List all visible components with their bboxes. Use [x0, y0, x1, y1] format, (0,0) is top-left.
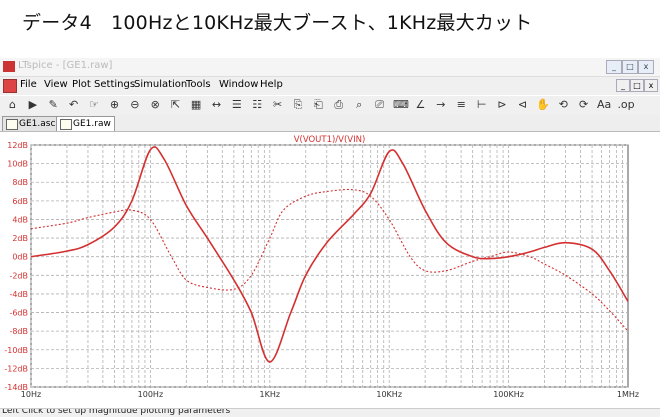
- toolbar-button-6[interactable]: ⊖: [128, 98, 142, 112]
- plot-frame: [30, 144, 629, 388]
- tab-ge1-raw[interactable]: GE1.raw: [56, 116, 115, 131]
- status-bar: Left Click to set up magnitude plotting …: [0, 408, 660, 417]
- toolbar-button-29[interactable]: Aa: [597, 98, 611, 112]
- toolbar-button-0[interactable]: ⌂: [5, 98, 19, 112]
- toolbar-button-14[interactable]: ⎘: [291, 98, 305, 112]
- toolbar-button-4[interactable]: ☞: [87, 98, 101, 112]
- y-tick-label: -8dB: [9, 327, 28, 336]
- x-tick-label: 100Hz: [138, 390, 163, 399]
- toolbar-button-16[interactable]: ⎙: [332, 98, 346, 112]
- window-titlebar: LTspice - [GE1.raw] _ □ x: [0, 58, 660, 77]
- menu-tools[interactable]: Tools: [186, 79, 211, 90]
- toolbar-button-10[interactable]: ↔: [209, 98, 223, 112]
- toolbar-button-20[interactable]: ∠: [413, 98, 427, 112]
- document-icon[interactable]: [3, 79, 17, 93]
- minimize-button[interactable]: _: [606, 60, 622, 74]
- close-button[interactable]: x: [638, 60, 654, 74]
- y-tick-label: -12dB: [4, 364, 28, 373]
- y-tick-label: 6dB: [12, 197, 28, 206]
- menu-plot-settings[interactable]: Plot Settings: [72, 79, 135, 90]
- slide-title: データ4 100Hzと10KHz最大ブースト、1KHz最大カット: [22, 12, 533, 34]
- toolbar-button-8[interactable]: ⇱: [169, 98, 183, 112]
- chart-title: V(VOUT1)/V(VIN): [294, 135, 366, 145]
- menu-simulation[interactable]: Simulation: [134, 79, 187, 90]
- y-tick-label: 10dB: [7, 160, 28, 169]
- y-tick-label: 2dB: [12, 234, 28, 243]
- mdi-close-button[interactable]: x: [644, 79, 658, 92]
- y-tick-label: -10dB: [4, 346, 28, 355]
- y-tick-label: 8dB: [12, 178, 28, 187]
- toolbar-button-1[interactable]: ▶: [26, 98, 40, 112]
- toolbar-button-12[interactable]: ☷: [250, 98, 264, 112]
- x-tick-label: 100KHz: [493, 390, 524, 399]
- status-text: Left Click to set up magnitude plotting …: [2, 408, 231, 416]
- toolbar-button-17[interactable]: ⌕: [352, 98, 366, 112]
- y-tick-label: -4dB: [9, 290, 28, 299]
- toolbar-button-2[interactable]: ✎: [46, 98, 60, 112]
- toolbar-button-27[interactable]: ⟲: [556, 98, 570, 112]
- toolbar-button-26[interactable]: ✋: [536, 98, 550, 112]
- x-tick-label: 1KHz: [260, 390, 281, 399]
- toolbar-button-3[interactable]: ↶: [67, 98, 81, 112]
- y-tick-label: 12dB: [7, 141, 28, 150]
- y-tick-label: 4dB: [12, 215, 28, 224]
- x-tick-label: 1MHz: [617, 390, 639, 399]
- toolbar-button-15[interactable]: ⎗: [311, 98, 325, 112]
- menu-window[interactable]: Window: [219, 79, 258, 90]
- mdi-restore-button[interactable]: □: [630, 79, 644, 92]
- menu-view[interactable]: View: [44, 79, 68, 90]
- tab-ge1-asc[interactable]: GE1.asc: [2, 116, 60, 131]
- mdi-minimize-button[interactable]: _: [616, 79, 630, 92]
- bode-plot[interactable]: 12dB 10dB 8dB 6dB 4dB 2dB 0dB -2dB -4dB -6dB -8dB -…: [0, 132, 660, 408]
- ltspice-window: LTspice - [GE1.raw] _ □ x File View Plot…: [0, 58, 660, 417]
- schematic-icon: [6, 119, 18, 130]
- x-tick-label: 10Hz: [21, 390, 41, 399]
- toolbar-button-28[interactable]: ⟳: [577, 98, 591, 112]
- tab-bar: GE1.asc GE1.raw: [0, 115, 660, 132]
- menu-help[interactable]: Help: [260, 79, 283, 90]
- toolbar-button-30[interactable]: .op: [617, 98, 634, 112]
- y-tick-label: 0dB: [12, 253, 28, 262]
- y-tick-label: -2dB: [9, 271, 28, 280]
- window-title: LTspice - [GE1.raw]: [18, 60, 113, 71]
- toolbar-button-21[interactable]: →: [434, 98, 448, 112]
- toolbar-button-5[interactable]: ⊕: [107, 98, 121, 112]
- app-icon: [3, 61, 15, 72]
- toolbar-button-25[interactable]: ⊲: [515, 98, 529, 112]
- toolbar-button-22[interactable]: ≡: [454, 98, 468, 112]
- toolbar-button-13[interactable]: ✂: [271, 98, 285, 112]
- tab-label: GE1.asc: [19, 119, 56, 129]
- toolbar-button-11[interactable]: ☰: [230, 98, 244, 112]
- y-tick-label: -6dB: [9, 309, 28, 318]
- menu-file[interactable]: File: [20, 79, 37, 90]
- waveform-icon: [60, 119, 72, 130]
- toolbar-button-19[interactable]: ⌨: [393, 98, 409, 112]
- tab-label: GE1.raw: [73, 119, 111, 129]
- menu-bar: File View Plot Settings Simulation Tools…: [0, 77, 660, 94]
- toolbar-button-7[interactable]: ⊗: [148, 98, 162, 112]
- toolbar: ⌂ ▶ ✎ ↶ ☞ ⊕ ⊖ ⊗ ⇱ ▦ ↔ ☰ ☷ ✂ ⎘ ⎗ ⎙ ⌕ ⎚ ⌨ ∠ → ≡ ⊢ ⊳ ⊲ ✋ ⟲ ⟳ Aa .op: [0, 95, 660, 116]
- toolbar-button-18[interactable]: ⎚: [373, 98, 387, 112]
- x-tick-label: 10KHz: [376, 390, 402, 399]
- toolbar-button-9[interactable]: ▦: [189, 98, 203, 112]
- maximize-button[interactable]: □: [622, 60, 638, 74]
- plot-pane[interactable]: 12dB 10dB 8dB 6dB 4dB 2dB 0dB -2dB -4dB -6dB -8dB -…: [0, 132, 660, 408]
- toolbar-button-24[interactable]: ⊳: [495, 98, 509, 112]
- toolbar-button-23[interactable]: ⊢: [475, 98, 489, 112]
